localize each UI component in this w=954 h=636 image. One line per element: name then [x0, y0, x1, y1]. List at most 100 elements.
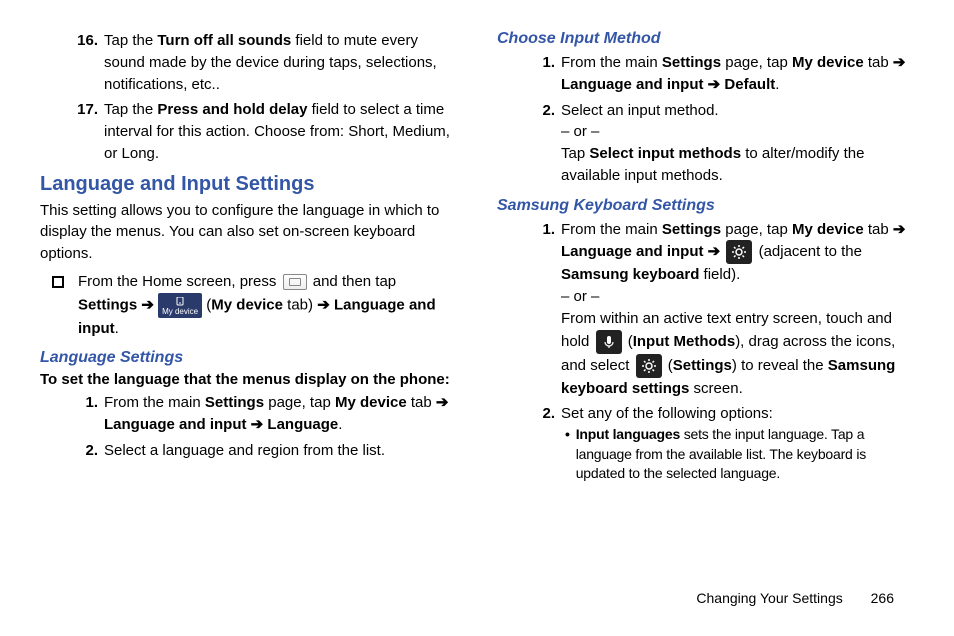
list-item-16: 16. Tap the Turn off all sounds field to… — [70, 30, 457, 95]
bold-text: Settings — [662, 54, 721, 71]
text: tab — [864, 221, 893, 238]
bold-text: Language and input — [561, 243, 704, 260]
page-number: 266 — [871, 590, 894, 606]
page-content: 16. Tap the Turn off all sounds field to… — [0, 0, 954, 610]
list-number: 1. — [527, 52, 561, 96]
text: and then tap — [309, 273, 397, 290]
bold-text: Language and input — [104, 416, 247, 433]
list-body: Set any of the following options: • Inpu… — [561, 403, 914, 484]
bold-text: Settings — [662, 221, 721, 238]
footer-section: Changing Your Settings — [696, 590, 842, 606]
list-item-1: 1. From the main Settings page, tap My d… — [527, 219, 914, 400]
list-item-17: 17. Tap the Press and hold delay field t… — [70, 99, 457, 164]
bold-text: My device — [792, 221, 864, 238]
list-body: Select a language and region from the li… — [104, 440, 457, 462]
text: . — [338, 416, 342, 433]
text: ( — [624, 332, 633, 349]
text: ( — [664, 356, 673, 373]
or-divider: – or – — [561, 121, 914, 143]
home-button-icon — [283, 274, 307, 290]
text: From the main — [561, 221, 662, 238]
arrow-icon: ➔ — [893, 221, 906, 238]
gear-icon — [636, 354, 662, 378]
list-body: From the main Settings page, tap My devi… — [561, 52, 914, 96]
list-body: From the main Settings page, tap My devi… — [104, 392, 457, 436]
list-number: 17. — [70, 99, 104, 164]
microphone-icon — [596, 330, 622, 354]
subsection-choose-input: Choose Input Method — [497, 30, 914, 48]
bold-text: Press and hold delay — [157, 101, 307, 118]
list-item-2: 2. Select an input method. – or – Tap Se… — [527, 100, 914, 187]
text: . — [115, 320, 119, 337]
text: Tap the — [104, 101, 157, 118]
bold-text: Language — [267, 416, 338, 433]
list-body: Select an input method. – or – Tap Selec… — [561, 100, 914, 187]
bold-text: Samsung keyboard — [561, 266, 699, 283]
list-item-1: 1. From the main Settings page, tap My d… — [527, 52, 914, 96]
text: Tap the — [104, 32, 157, 49]
arrow-icon: ➔ — [708, 76, 725, 93]
bold-text: My device — [792, 54, 864, 71]
text-block: From the main Settings page, tap My devi… — [561, 219, 914, 287]
icon-label: My device — [162, 308, 198, 316]
bold-text: My device — [335, 394, 407, 411]
text: ( — [202, 296, 211, 313]
bold-text: Input languages — [576, 426, 680, 442]
list-body: Tap the Turn off all sounds field to mut… — [104, 30, 457, 95]
list-item-1: 1. From the main Settings page, tap My d… — [70, 392, 457, 436]
text: page, tap — [721, 221, 792, 238]
text-block: From within an active text entry screen,… — [561, 308, 914, 400]
left-column: 16. Tap the Turn off all sounds field to… — [40, 30, 457, 590]
arrow-icon: ➔ — [137, 296, 158, 313]
square-bullet-icon — [52, 276, 64, 288]
bullet-home-step: From the Home screen, press and then tap… — [52, 271, 457, 340]
bold-text: My device — [211, 296, 283, 313]
list-body: From the main Settings page, tap My devi… — [561, 219, 914, 400]
right-column: Choose Input Method 1. From the main Set… — [497, 30, 914, 590]
bold-text: Settings — [205, 394, 264, 411]
arrow-icon: ➔ — [247, 416, 268, 433]
text: tab — [864, 54, 893, 71]
text: Set any of the following options: — [561, 403, 914, 425]
text: . — [775, 76, 779, 93]
bold-text: Settings — [78, 296, 137, 313]
sub-bullet: • Input languages sets the input languag… — [565, 425, 914, 484]
text: tab — [407, 394, 436, 411]
list-number: 16. — [70, 30, 104, 95]
text: From the main — [104, 394, 205, 411]
text: From the Home screen, press — [78, 273, 281, 290]
gear-icon — [726, 240, 752, 264]
bullet-body: From the Home screen, press and then tap… — [78, 271, 457, 340]
text: Tap — [561, 145, 589, 162]
bold-text: Turn off all sounds — [157, 32, 291, 49]
bullet-body: Input languages sets the input language.… — [576, 425, 914, 484]
bold-text: Language and input — [561, 76, 708, 93]
section-heading-language-input: Language and Input Settings — [40, 173, 457, 196]
bold-text: Input Methods — [633, 332, 735, 349]
bold-text: Default — [724, 76, 775, 93]
text: tab) — [283, 296, 317, 313]
subsection-language-settings: Language Settings — [40, 349, 457, 367]
bold-text: Settings — [673, 356, 732, 373]
arrow-icon: ➔ — [893, 54, 906, 71]
text: field). — [699, 266, 740, 283]
arrow-icon: ➔ — [704, 243, 725, 260]
subsection-samsung-keyboard: Samsung Keyboard Settings — [497, 197, 914, 215]
page-footer: Changing Your Settings 266 — [696, 590, 894, 606]
arrow-icon: ➔ — [317, 296, 334, 313]
list-number: 1. — [527, 219, 561, 400]
text: page, tap — [721, 54, 792, 71]
list-body: Tap the Press and hold delay field to se… — [104, 99, 457, 164]
or-divider: – or – — [561, 286, 914, 308]
list-number: 2. — [527, 100, 561, 187]
text: ) to reveal the — [732, 356, 828, 373]
list-number: 2. — [527, 403, 561, 484]
bullet-dot-icon: • — [565, 425, 570, 484]
list-number: 2. — [70, 440, 104, 462]
text: page, tap — [264, 394, 335, 411]
arrow-icon: ➔ — [436, 394, 449, 411]
bold-text: Select input methods — [589, 145, 741, 162]
list-item-2: 2. Select a language and region from the… — [70, 440, 457, 462]
text-block: Tap Select input methods to alter/modify… — [561, 143, 914, 187]
intro-paragraph: This setting allows you to configure the… — [40, 200, 457, 265]
